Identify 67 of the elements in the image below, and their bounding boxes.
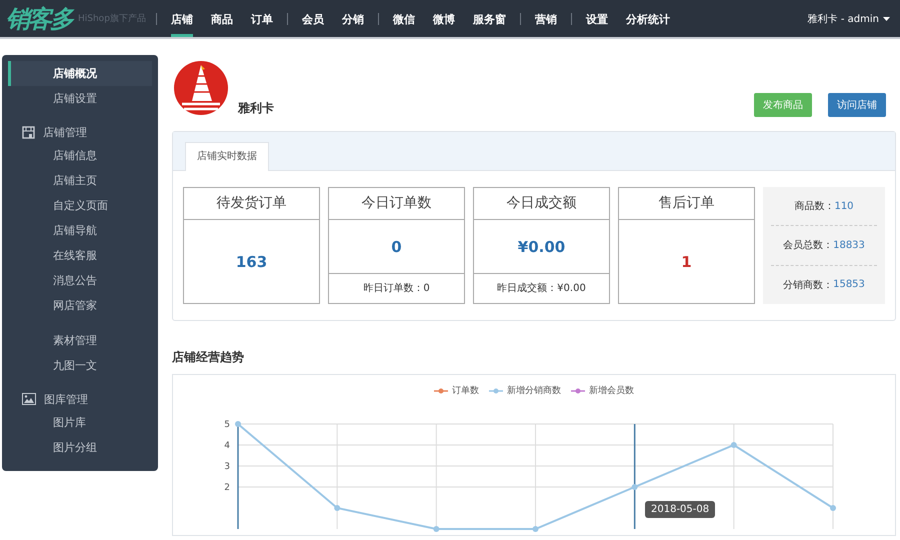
nav-tab[interactable]: 服务窗	[472, 0, 506, 37]
logo: 销客多	[6, 4, 72, 34]
sidebar-item[interactable]: 店铺设置	[8, 86, 152, 111]
nav-tab[interactable]: 订单	[250, 0, 273, 37]
sidebar-item[interactable]: 图片库	[8, 410, 152, 435]
total-value: 110	[834, 200, 854, 212]
stat-value: ¥0.00	[516, 236, 566, 258]
sidebar-item[interactable]: 店铺概况	[8, 61, 152, 86]
data-point	[433, 526, 440, 532]
axis-tick-label: 2	[224, 483, 230, 493]
stat-footer: 昨日成交额：¥0.00	[474, 273, 609, 303]
ship-logo	[174, 59, 228, 117]
stat-value: 1	[680, 252, 693, 272]
panel-tab[interactable]: 店铺实时数据	[185, 142, 269, 171]
sidebar-item[interactable]: 图片分组	[8, 435, 152, 460]
nav-tab[interactable]: 设置	[586, 0, 608, 37]
total-value: 18833	[833, 240, 865, 251]
nav-tab[interactable]: 分析统计	[626, 0, 670, 37]
section-title: 店铺经营趋势	[172, 349, 245, 366]
data-point	[334, 505, 340, 511]
axis-tick-label: 4	[224, 441, 230, 451]
sidebar-section-title: 图库管理	[44, 392, 88, 406]
data-point	[830, 505, 836, 511]
sidebar-item[interactable]: 在线客服	[8, 243, 152, 268]
nav-tab[interactable]: 营销	[534, 0, 557, 37]
data-point	[532, 526, 538, 532]
chart-tooltip: 2018-05-08	[645, 501, 716, 518]
image-icon	[22, 393, 36, 405]
stat-value: 0	[390, 236, 403, 258]
user-menu[interactable]: 雅利卡 - admin	[808, 12, 890, 26]
total-label: 分销商数：	[783, 278, 834, 292]
sidebar-section-title: 店铺管理	[43, 124, 87, 140]
stat-title: 今日成交额	[474, 188, 609, 220]
store-icon	[22, 126, 35, 138]
stat-title: 待发货订单	[184, 188, 319, 220]
sidebar-item[interactable]: 网店管家	[8, 293, 152, 318]
nav-tab[interactable]: 店铺	[170, 0, 193, 37]
nav-tab[interactable]: 微信	[392, 0, 415, 37]
total-value: 15853	[833, 279, 865, 290]
legend-item[interactable]: 新增分销商数	[489, 384, 561, 397]
nav-tab[interactable]: 微博	[432, 0, 455, 37]
data-point	[235, 421, 241, 427]
sidebar-item[interactable]: 消息公告	[8, 268, 152, 293]
shop-name: 雅利卡	[238, 100, 274, 117]
nav-tab[interactable]: 分销	[342, 0, 364, 37]
nav-tab[interactable]: 会员	[302, 0, 324, 37]
sidebar-item[interactable]: 自定义页面	[8, 193, 152, 218]
action-button[interactable]: 访问店铺	[828, 93, 886, 117]
sidebar-item[interactable]: 九图一文	[8, 353, 152, 378]
total-label: 商品数：	[794, 200, 834, 214]
sidebar-item[interactable]: 店铺主页	[8, 168, 152, 193]
legend-item[interactable]: 订单数	[434, 384, 479, 397]
axis-tick-label: 5	[224, 420, 230, 430]
stat-value: 163	[234, 252, 268, 272]
sidebar-item[interactable]: 店铺信息	[8, 143, 152, 168]
sidebar-item[interactable]: 素材管理	[8, 328, 152, 353]
data-point	[730, 442, 737, 448]
data-point	[632, 484, 638, 490]
axis-tick-label: 3	[224, 462, 230, 472]
stat-footer: 昨日订单数：0	[329, 273, 464, 303]
legend-item[interactable]: 新增会员数	[571, 384, 634, 397]
nav-tab[interactable]: 商品	[210, 0, 233, 37]
total-label: 会员总数：	[783, 238, 834, 252]
sidebar-item[interactable]: 店铺导航	[8, 218, 152, 243]
stat-title: 今日订单数	[329, 188, 464, 220]
stat-title: 售后订单	[619, 188, 754, 220]
caret-icon	[883, 16, 890, 20]
